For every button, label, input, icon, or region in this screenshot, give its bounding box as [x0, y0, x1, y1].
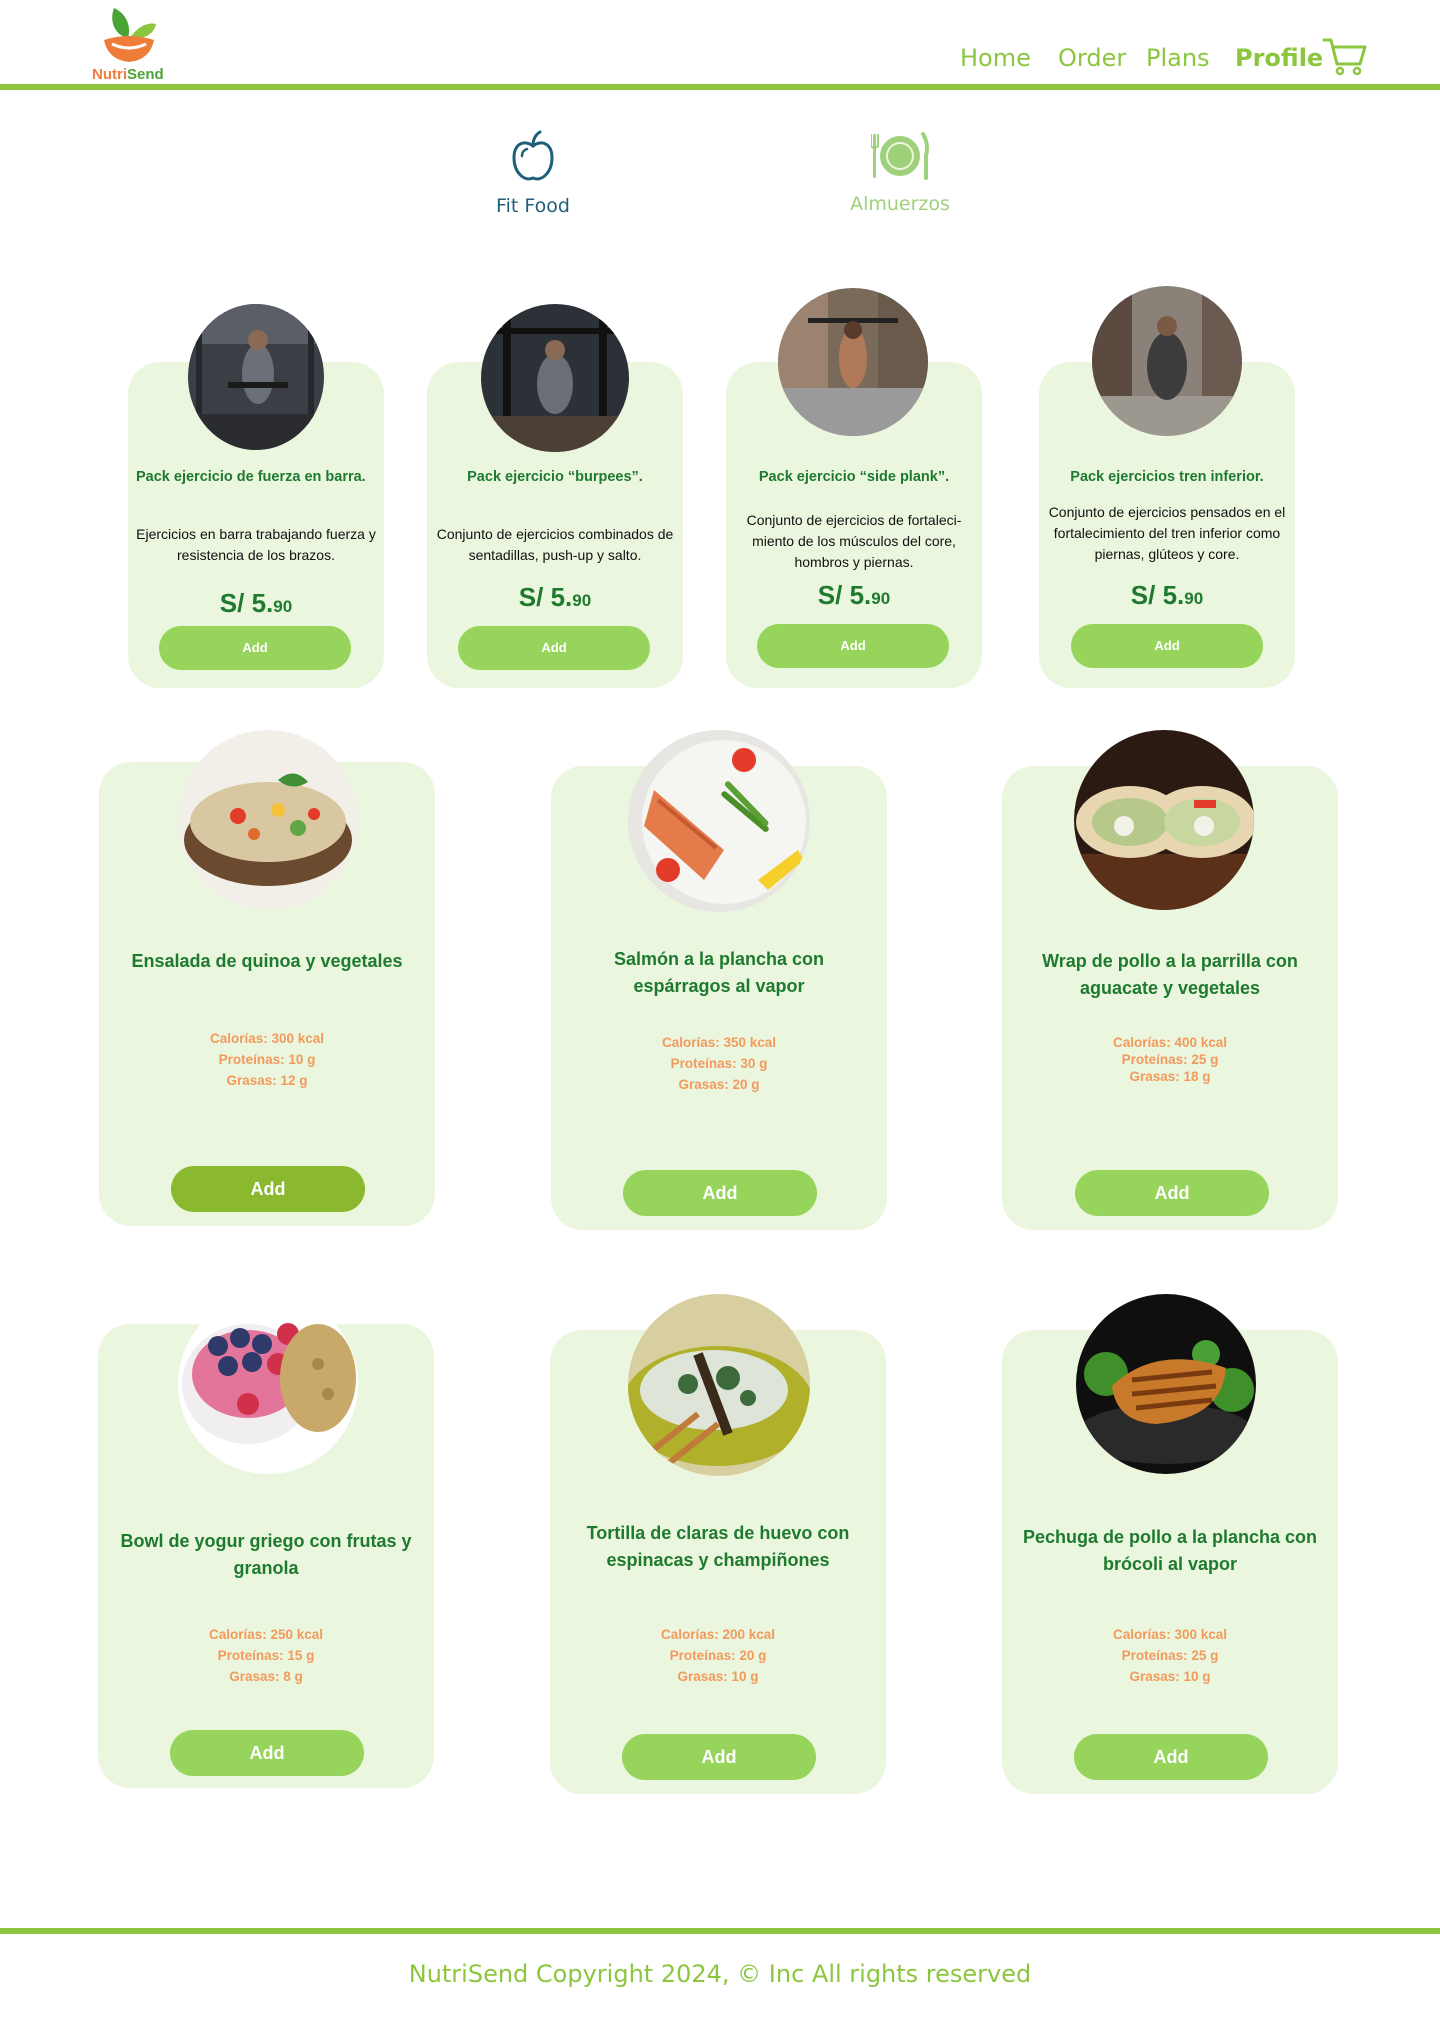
tab-almuerzos-label: Almuerzos — [850, 193, 950, 215]
proteinas: Proteínas: 30 g — [670, 1056, 768, 1071]
nav-home[interactable]: Home — [960, 44, 1031, 72]
proteinas: Proteínas: 25 g — [1121, 1648, 1219, 1663]
add-button[interactable]: Add — [757, 624, 949, 668]
food-photo — [628, 730, 810, 912]
calorias: Calorías: 300 kcal — [1112, 1627, 1228, 1642]
add-button[interactable]: Add — [1071, 624, 1263, 668]
food-photo — [1074, 730, 1254, 910]
tab-fit-food[interactable]: Fit Food — [470, 130, 596, 217]
nutrisend-logo[interactable]: NutriSend — [86, 4, 186, 84]
add-button[interactable]: Add — [622, 1734, 816, 1780]
food-photo — [178, 730, 358, 910]
grasas: Grasas: 10 g — [1129, 1669, 1211, 1684]
pack-description: Conjunto de ejercicios de fortaleci-mien… — [746, 512, 962, 570]
calorias: Calorías: 300 kcal — [209, 1031, 325, 1046]
calorias: Calorías: 250 kcal — [208, 1627, 324, 1642]
pack-description: Conjunto de ejercicios pensados en el fo… — [1048, 504, 1286, 562]
pack-photo — [778, 288, 928, 436]
cart-icon[interactable] — [1322, 36, 1368, 81]
logo-leaf-icon — [104, 8, 156, 62]
proteinas: Proteínas: 10 g — [218, 1052, 316, 1067]
add-button[interactable]: Add — [1075, 1170, 1269, 1216]
nav-plans[interactable]: Plans — [1146, 44, 1210, 72]
grasas: Grasas: 18 g — [1129, 1069, 1211, 1084]
food-title: Ensalada de quinoa y vegetales — [131, 951, 403, 971]
pack-price: S/ 5.90 — [1130, 580, 1204, 610]
plate-icon — [870, 132, 929, 180]
proteinas: Proteínas: 15 g — [217, 1648, 315, 1663]
food-title: Tortilla de claras de huevo con espinaca… — [586, 1523, 850, 1570]
tab-fit-food-label: Fit Food — [496, 195, 570, 217]
add-button[interactable]: Add — [171, 1166, 365, 1212]
pack-title: Pack ejercicio “side plank”. — [758, 469, 950, 485]
pack-title: Pack ejercicio de fuerza en barra. — [136, 469, 366, 485]
food-title: Salmón a la plancha con espárragos al va… — [613, 949, 825, 996]
nav-order[interactable]: Order — [1058, 44, 1126, 72]
pack-description: Conjunto de ejercicios combinados de sen… — [436, 526, 674, 563]
grasas: Grasas: 20 g — [678, 1077, 760, 1092]
food-photo — [178, 1294, 358, 1474]
food-title: Pechuga de pollo a la plancha con brócol… — [1022, 1527, 1318, 1574]
add-button[interactable]: Add — [458, 626, 650, 670]
calorias: Calorías: 350 kcal — [661, 1035, 777, 1050]
tab-almuerzos[interactable]: Almuerzos — [830, 130, 970, 215]
grasas: Grasas: 10 g — [677, 1669, 759, 1684]
apple-icon — [512, 130, 554, 181]
pack-price: S/ 5.90 — [518, 582, 592, 612]
add-button[interactable]: Add — [623, 1170, 817, 1216]
pack-price: S/ 5.90 — [817, 580, 891, 610]
grasas: Grasas: 8 g — [229, 1669, 303, 1684]
pack-title: Pack ejercicios tren inferior. — [1070, 469, 1264, 485]
footer-copyright: NutriSend Copyright 2024, © Inc All righ… — [408, 1960, 1032, 1988]
proteinas: Proteínas: 20 g — [669, 1648, 767, 1663]
food-title: Bowl de yogur griego con frutas y granol… — [120, 1531, 412, 1578]
calorias: Calorías: 200 kcal — [660, 1627, 776, 1642]
pack-photo — [1092, 286, 1242, 436]
nav-profile[interactable]: Profile — [1235, 44, 1323, 72]
add-button[interactable]: Add — [1074, 1734, 1268, 1780]
food-title: Wrap de pollo a la parrilla con aguacate… — [1042, 951, 1298, 998]
food-photo — [628, 1294, 810, 1476]
grasas: Grasas: 12 g — [226, 1073, 308, 1088]
add-button[interactable]: Add — [159, 626, 351, 670]
pack-photo — [481, 304, 629, 452]
pack-photo — [188, 304, 324, 450]
pack-title: Pack ejercicio “burpees”. — [467, 469, 643, 485]
food-photo — [1076, 1294, 1256, 1474]
pack-description: Ejercicios en barra trabajando fuerza y … — [136, 526, 376, 563]
header: NutriSend Home Order Plans Profile — [0, 0, 1440, 90]
footer-divider — [0, 1928, 1440, 1934]
add-button[interactable]: Add — [170, 1730, 364, 1776]
logo-text: NutriSend — [92, 66, 164, 83]
pack-price: S/ 5.90 — [219, 588, 293, 618]
